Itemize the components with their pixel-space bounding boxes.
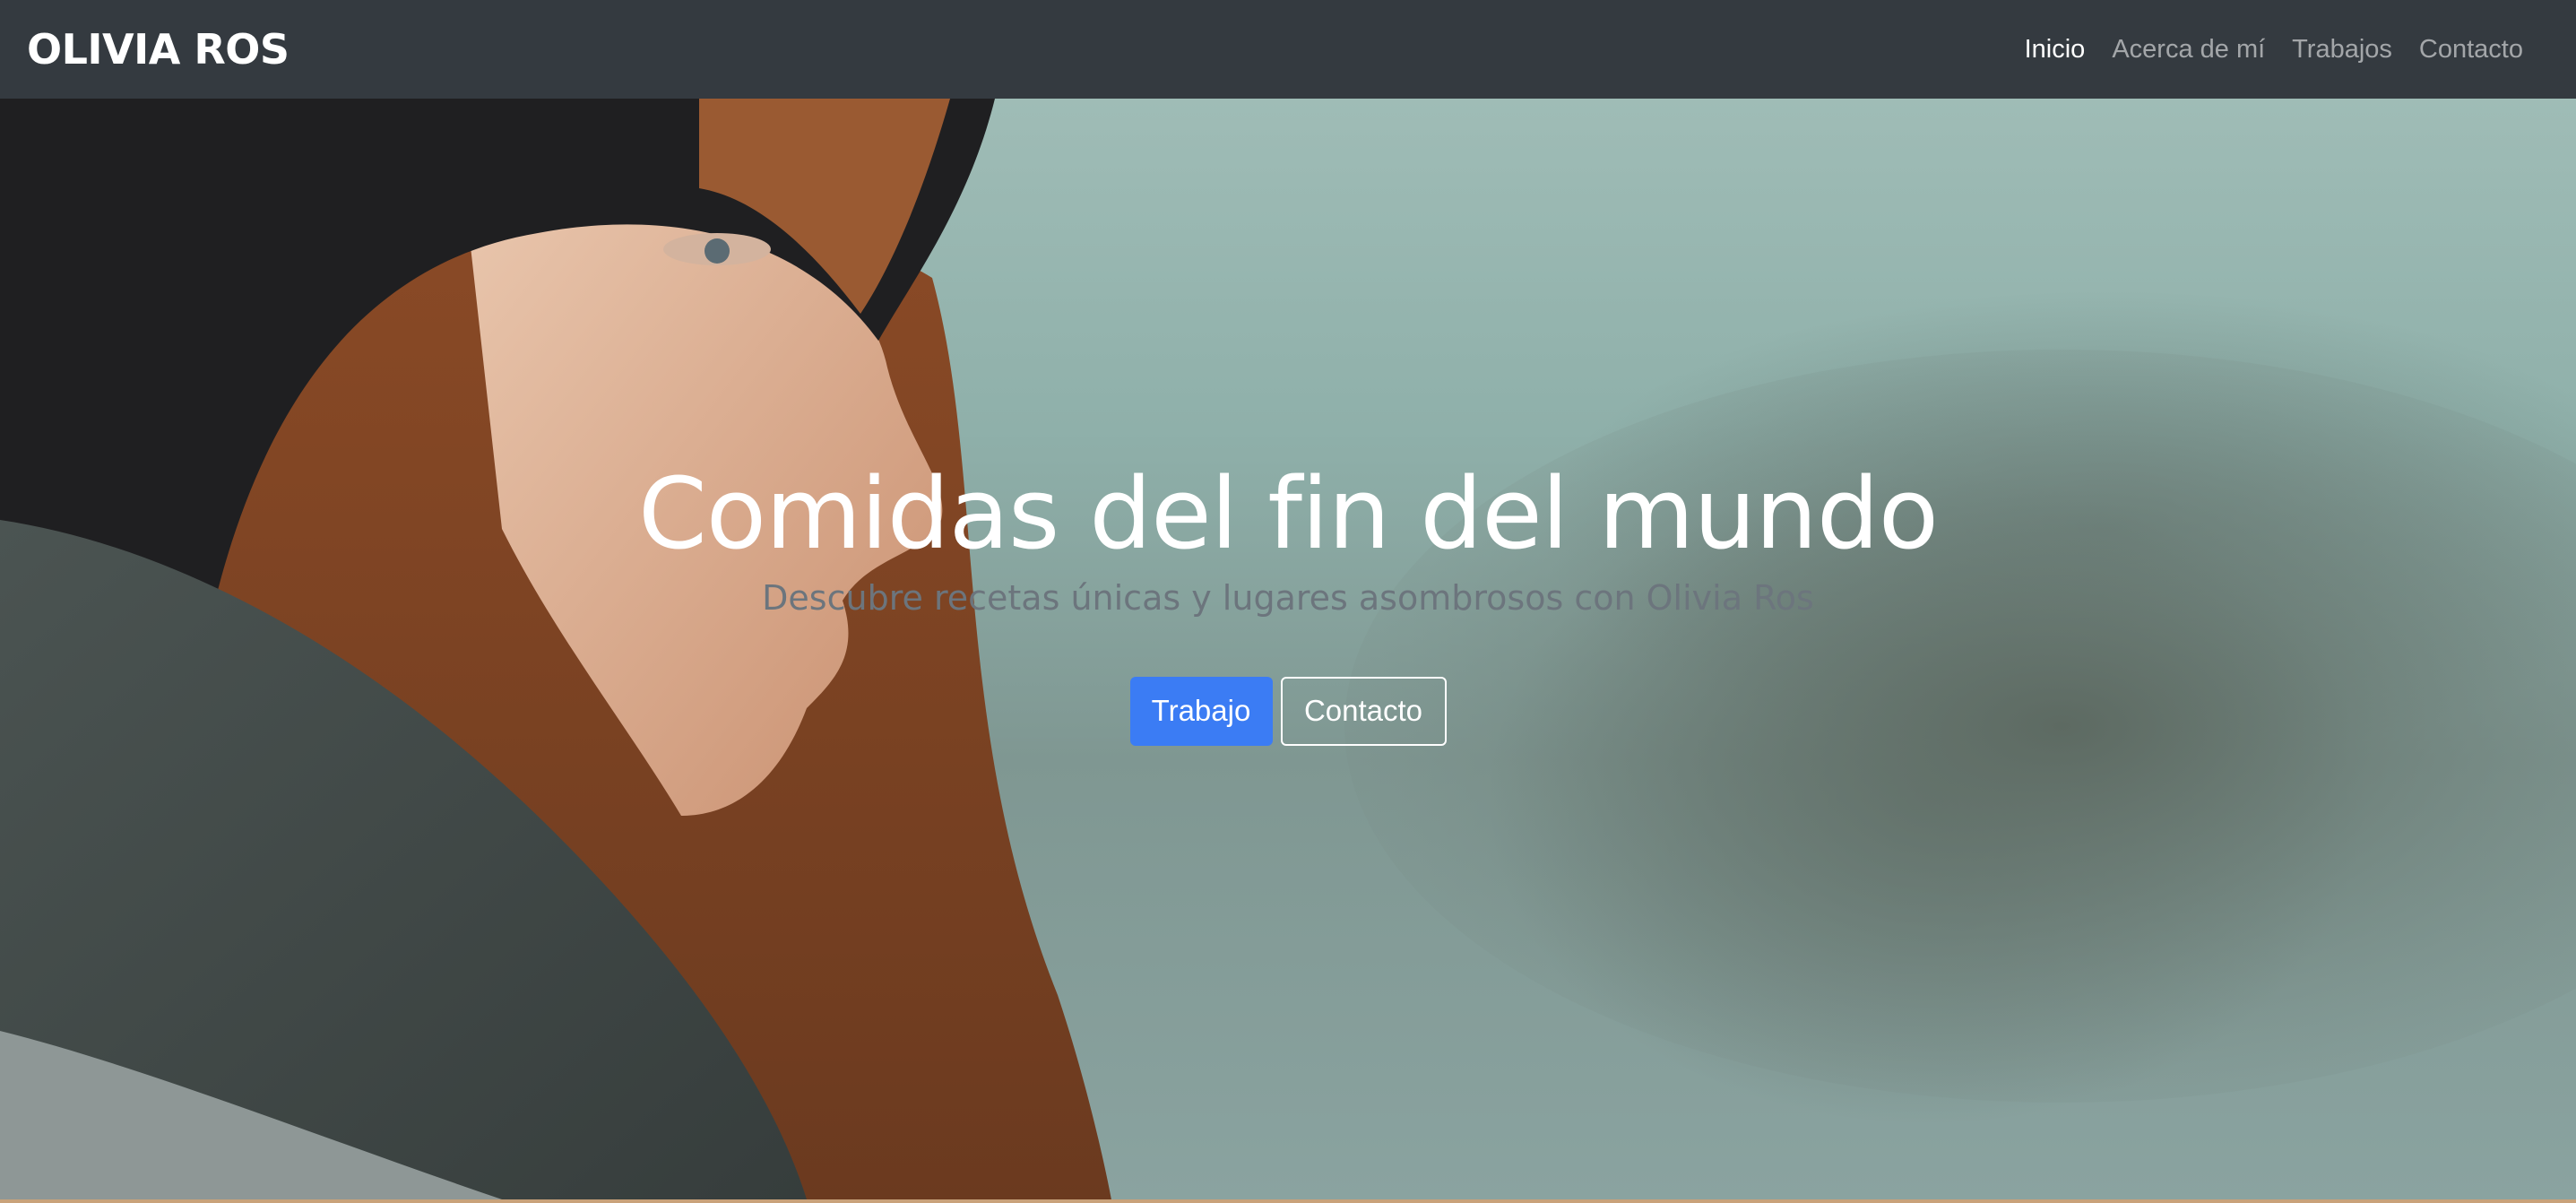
nav-link-trabajos[interactable]: Trabajos bbox=[2278, 35, 2406, 65]
contacto-button[interactable]: Contacto bbox=[1280, 676, 1447, 746]
hero-content: Comidas del fin del mundo Descubre recet… bbox=[0, 99, 2576, 1199]
hero-buttons: Trabajo Contacto bbox=[1129, 676, 1447, 746]
trabajo-button[interactable]: Trabajo bbox=[1129, 676, 1273, 746]
brand-logo[interactable]: OLIVIA ROS bbox=[27, 25, 290, 74]
top-navbar: OLIVIA ROS Inicio Acerca de mí Trabajos … bbox=[0, 0, 2576, 99]
hero-title: Comidas del fin del mundo bbox=[637, 456, 1939, 571]
bottom-edge-strip bbox=[0, 1199, 2576, 1203]
nav-link-inicio[interactable]: Inicio bbox=[2011, 35, 2099, 65]
nav-link-acerca[interactable]: Acerca de mí bbox=[2098, 35, 2278, 65]
hero-section: Comidas del fin del mundo Descubre recet… bbox=[0, 99, 2576, 1199]
hero-subtitle: Descubre recetas únicas y lugares asombr… bbox=[762, 577, 1814, 618]
nav-links: Inicio Acerca de mí Trabajos Contacto bbox=[2011, 35, 2537, 65]
nav-link-contacto[interactable]: Contacto bbox=[2406, 35, 2537, 65]
